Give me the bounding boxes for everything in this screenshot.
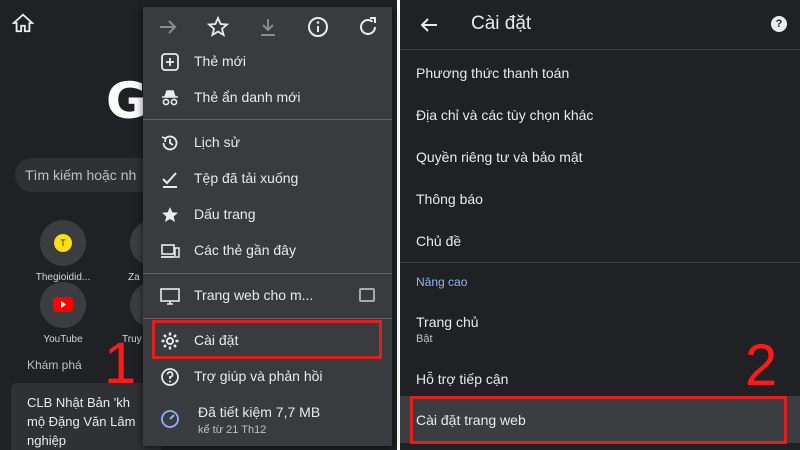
- settings-item-payment[interactable]: Phương thức thanh toán: [416, 65, 569, 81]
- shortcut-label: YouTube: [43, 334, 83, 345]
- forward-icon[interactable]: [156, 15, 180, 39]
- menu-item-label: Đã tiết kiệm 7,7 MB: [198, 404, 321, 420]
- menu-toolbar: [143, 7, 392, 47]
- news-line: mộ Đặng Văn Lâm: [27, 414, 136, 429]
- history-icon: [161, 135, 178, 151]
- divider: [143, 119, 392, 120]
- menu-item-recent-tabs[interactable]: Các thẻ gần đây: [143, 233, 392, 269]
- menu-item-bookmarks[interactable]: Dấu trang: [143, 197, 392, 233]
- plus-box-icon: [161, 53, 179, 71]
- desktop-site-checkbox[interactable]: [359, 288, 375, 302]
- menu-item-new-tab[interactable]: Thẻ mới: [143, 44, 392, 80]
- shortcut-icon: [130, 282, 143, 328]
- google-logo: G: [106, 72, 148, 130]
- menu-item-label: Trang web cho m...: [194, 287, 314, 303]
- refresh-icon[interactable]: [356, 15, 380, 39]
- menu-item-incognito[interactable]: Thẻ ẩn danh mới: [143, 80, 392, 116]
- divider: [143, 273, 392, 274]
- menu-item-label: Các thẻ gần đây: [194, 242, 296, 258]
- settings-toolbar: Cài đặt ?: [400, 0, 800, 50]
- news-card[interactable]: CLB Nhật Bản 'kh mộ Đặng Văn Lâm nghiệp: [11, 383, 161, 450]
- highlight-box-settings: [152, 320, 382, 359]
- home-icon[interactable]: [12, 12, 34, 34]
- youtube-icon: [53, 297, 73, 312]
- menu-item-history[interactable]: Lịch sử: [143, 125, 392, 161]
- menu-item-help[interactable]: Trợ giúp và phản hồi: [143, 359, 392, 395]
- settings-item-homepage[interactable]: Trang chủ: [416, 314, 479, 330]
- speed-icon: [161, 410, 179, 428]
- step-number-1: 1: [104, 331, 137, 396]
- highlight-box-site-settings: [410, 396, 787, 444]
- homepage-status: Bật: [416, 333, 433, 345]
- menu-item-label: Thẻ ẩn danh mới: [194, 89, 301, 105]
- shortcut-thegioididong[interactable]: T Thegioidid...: [28, 220, 98, 283]
- menu-item-sublabel: kể từ 21 Th12: [198, 424, 267, 436]
- menu-item-desktop-site[interactable]: Trang web cho m...: [143, 278, 392, 314]
- info-icon[interactable]: [306, 15, 330, 39]
- news-line: CLB Nhật Bản 'kh: [27, 395, 130, 410]
- news-line: nghiệp: [27, 433, 67, 448]
- settings-item-notifications[interactable]: Thông báo: [416, 191, 483, 207]
- help-icon[interactable]: ?: [771, 16, 787, 32]
- menu-item-data-saver[interactable]: Đã tiết kiệm 7,7 MB kể từ 21 Th12: [143, 399, 392, 445]
- monitor-icon: [160, 288, 180, 305]
- help-circle-icon: [161, 368, 179, 386]
- star-icon[interactable]: [206, 15, 230, 39]
- discover-label: Khám phá: [27, 358, 82, 372]
- devices-icon: [161, 244, 180, 258]
- thegioididong-icon: T: [54, 234, 72, 252]
- back-arrow-icon[interactable]: [418, 14, 440, 36]
- step-number-2: 2: [745, 333, 778, 398]
- settings-screen: Cài đặt ? Phương thức thanh toán Địa chỉ…: [400, 0, 800, 450]
- settings-item-accessibility[interactable]: Hỗ trợ tiếp cận: [416, 371, 508, 387]
- settings-item-addresses[interactable]: Địa chỉ và các tùy chọn khác: [416, 107, 593, 123]
- settings-item-theme[interactable]: Chủ đề: [416, 233, 461, 249]
- divider: [400, 262, 800, 263]
- shortcut-icon: T: [40, 220, 86, 266]
- star-filled-icon: [162, 207, 178, 222]
- menu-item-label: Thẻ mới: [194, 53, 246, 69]
- chrome-overflow-menu: Thẻ mới Thẻ ẩn danh mới Lịch sử Tệp đã t…: [143, 7, 392, 446]
- menu-item-label: Lịch sử: [194, 134, 240, 150]
- shortcut-youtube[interactable]: YouTube: [28, 282, 98, 345]
- download-icon[interactable]: [256, 15, 280, 39]
- menu-item-label: Dấu trang: [194, 206, 256, 222]
- shortcut-za[interactable]: Za: [108, 220, 143, 283]
- menu-item-downloads[interactable]: Tệp đã tải xuống: [143, 161, 392, 197]
- page-title: Cài đặt: [471, 13, 532, 34]
- shortcut-icon: [40, 282, 86, 328]
- menu-item-label: Tệp đã tải xuống: [194, 170, 299, 186]
- divider: [143, 318, 392, 319]
- shortcut-icon: [130, 220, 143, 266]
- settings-item-privacy[interactable]: Quyền riêng tư và bảo mật: [416, 149, 583, 165]
- incognito-icon: [162, 90, 178, 106]
- download-check-icon: [162, 172, 177, 188]
- section-header-advanced: Nâng cao: [416, 275, 468, 289]
- menu-item-label: Trợ giúp và phản hồi: [194, 368, 323, 384]
